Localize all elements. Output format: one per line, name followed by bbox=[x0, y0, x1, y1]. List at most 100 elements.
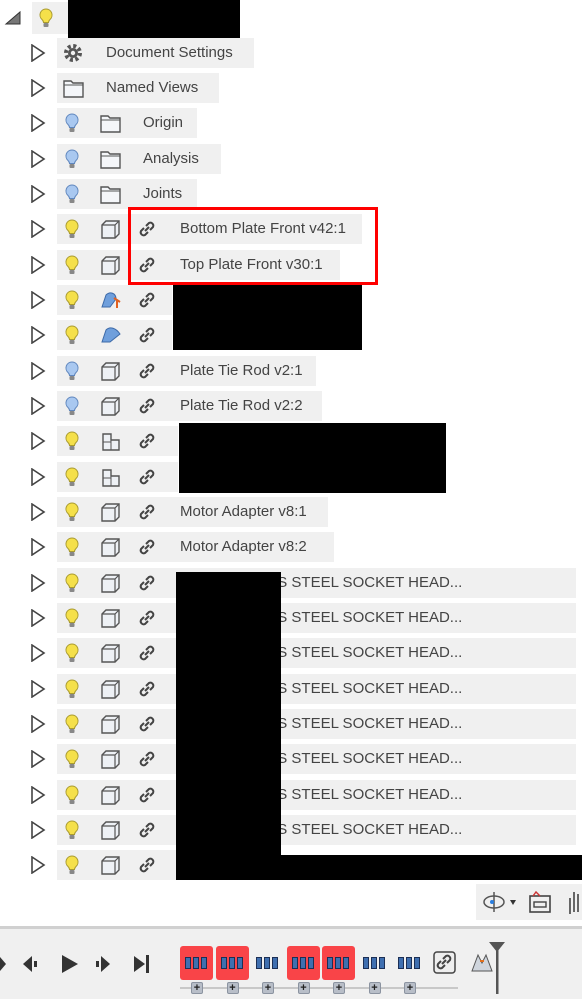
bulb-icon[interactable] bbox=[36, 7, 56, 29]
timeline-feature[interactable] bbox=[327, 957, 349, 969]
expand-feature-button[interactable]: + bbox=[191, 982, 203, 994]
bulb-on-icon[interactable] bbox=[62, 854, 84, 876]
expand-triangle-icon[interactable] bbox=[30, 821, 46, 839]
tree-row[interactable]: Document Settings bbox=[0, 38, 582, 68]
tree-row[interactable]: Analysis bbox=[0, 144, 582, 174]
expand-triangle-icon[interactable] bbox=[30, 786, 46, 804]
expand-feature-button[interactable]: + bbox=[262, 982, 274, 994]
expand-feature-button[interactable]: + bbox=[404, 982, 416, 994]
tree-row[interactable]: Joints bbox=[0, 179, 582, 209]
expand-feature-button[interactable]: + bbox=[297, 982, 310, 994]
tree-row[interactable]: Named Views bbox=[0, 73, 582, 103]
bulb-on-icon[interactable] bbox=[62, 607, 84, 629]
bulb-on-icon[interactable] bbox=[62, 218, 84, 240]
bulb-off-icon[interactable] bbox=[62, 183, 84, 205]
bulb-on-icon[interactable] bbox=[62, 501, 84, 523]
expand-triangle-icon[interactable] bbox=[30, 680, 46, 698]
tree-root[interactable] bbox=[0, 0, 582, 38]
expand-triangle-icon[interactable] bbox=[30, 750, 46, 768]
expand-triangle-icon[interactable] bbox=[30, 185, 46, 203]
expand-triangle-icon[interactable] bbox=[30, 644, 46, 662]
step-forward-button[interactable] bbox=[95, 953, 115, 975]
bulb-on-icon[interactable] bbox=[62, 430, 84, 452]
bulb-on-icon[interactable] bbox=[62, 466, 84, 488]
expand-triangle-icon[interactable] bbox=[30, 79, 46, 97]
expand-triangle-icon[interactable] bbox=[30, 362, 46, 380]
expand-triangle-icon[interactable] bbox=[30, 468, 46, 486]
skip-end-button[interactable] bbox=[133, 953, 153, 975]
skip-start-button[interactable] bbox=[0, 953, 20, 975]
bulb-on-icon[interactable] bbox=[62, 713, 84, 735]
expand-triangle-icon[interactable] bbox=[30, 397, 46, 415]
play-button[interactable] bbox=[60, 953, 80, 975]
link-icon bbox=[139, 716, 155, 732]
tree-row[interactable]: Origin bbox=[0, 108, 582, 138]
tree-row[interactable]: 8-8 STAINLESS STEEL SOCKET HEAD... bbox=[0, 815, 582, 845]
look-at-icon[interactable] bbox=[528, 890, 552, 914]
body-icon bbox=[101, 220, 120, 239]
link-icon bbox=[139, 645, 155, 661]
expand-feature-button[interactable]: + bbox=[226, 982, 239, 994]
tree-row[interactable]: 8-8 STAINLESS STEEL SOCKET HEAD... bbox=[0, 603, 582, 633]
tree-row[interactable]: Plate Tie Rod v2:1 bbox=[0, 356, 582, 386]
tree-row[interactable]: Motor Adapter v8:1 bbox=[0, 497, 582, 527]
expand-triangle-icon[interactable] bbox=[30, 715, 46, 733]
bulb-on-icon[interactable] bbox=[62, 572, 84, 594]
redacted-area bbox=[179, 423, 446, 493]
timeline-feature[interactable] bbox=[398, 957, 420, 969]
bulb-on-icon[interactable] bbox=[62, 784, 84, 806]
timeline-feature[interactable] bbox=[220, 957, 243, 969]
tree-row[interactable]: 8-8 STAINLESS STEEL SOCKET HEAD... bbox=[0, 638, 582, 668]
redacted-name bbox=[68, 0, 240, 38]
expand-triangle-icon[interactable] bbox=[30, 256, 46, 274]
pan-icon[interactable] bbox=[566, 888, 582, 916]
expand-triangle-icon[interactable] bbox=[30, 44, 46, 62]
bulb-off-icon[interactable] bbox=[62, 360, 84, 382]
expand-feature-button[interactable]: + bbox=[368, 982, 381, 994]
link-icon bbox=[139, 433, 155, 449]
tree-row[interactable]: 8-8 STAINLESS STEEL SOCKET HEAD... bbox=[0, 744, 582, 774]
tree-row[interactable]: 8-8 STAINLESS STEEL SOCKET HEAD... bbox=[0, 709, 582, 739]
expand-triangle-icon[interactable] bbox=[30, 503, 46, 521]
bulb-on-icon[interactable] bbox=[62, 678, 84, 700]
tree-row[interactable]: Motor Adapter v8:2 bbox=[0, 532, 582, 562]
link-icon bbox=[139, 681, 155, 697]
step-back-button[interactable] bbox=[22, 953, 42, 975]
collapse-triangle-icon[interactable] bbox=[4, 10, 22, 26]
tree-row[interactable]: 8-8 STAINLESS STEEL SOCKET HEAD... bbox=[0, 568, 582, 598]
body-icon bbox=[101, 609, 120, 628]
timeline-feature[interactable] bbox=[362, 957, 385, 969]
expand-triangle-icon[interactable] bbox=[30, 538, 46, 556]
navigation-toolbar bbox=[476, 884, 582, 920]
timeline-feature[interactable] bbox=[185, 957, 207, 969]
timeline-feature[interactable] bbox=[291, 957, 314, 969]
bulb-on-icon[interactable] bbox=[62, 324, 84, 346]
bulb-off-icon[interactable] bbox=[62, 395, 84, 417]
expand-triangle-icon[interactable] bbox=[30, 220, 46, 238]
bulb-on-icon[interactable] bbox=[62, 536, 84, 558]
bulb-on-icon[interactable] bbox=[62, 289, 84, 311]
expand-feature-button[interactable]: + bbox=[333, 982, 345, 994]
tree-row[interactable]: Plate Tie Rod v2:2 bbox=[0, 391, 582, 421]
bulb-on-icon[interactable] bbox=[62, 748, 84, 770]
bulb-off-icon[interactable] bbox=[62, 148, 84, 170]
bulb-on-icon[interactable] bbox=[62, 254, 84, 276]
bulb-on-icon[interactable] bbox=[62, 642, 84, 664]
expand-triangle-icon[interactable] bbox=[30, 574, 46, 592]
expand-triangle-icon[interactable] bbox=[30, 856, 46, 874]
bulb-on-icon[interactable] bbox=[62, 819, 84, 841]
bulb-off-icon[interactable] bbox=[62, 112, 84, 134]
tree-row[interactable]: 8-8 STAINLESS STEEL SOCKET HEAD... bbox=[0, 780, 582, 810]
timeline-marker[interactable] bbox=[488, 940, 508, 996]
expand-triangle-icon[interactable] bbox=[30, 150, 46, 168]
orbit-icon[interactable] bbox=[480, 890, 516, 914]
expand-triangle-icon[interactable] bbox=[30, 432, 46, 450]
expand-triangle-icon[interactable] bbox=[30, 326, 46, 344]
tree-row[interactable]: 8-8 STAINLESS STEEL SOCKET HEAD... bbox=[0, 674, 582, 704]
expand-triangle-icon[interactable] bbox=[30, 114, 46, 132]
expand-triangle-icon[interactable] bbox=[30, 291, 46, 309]
timeline-feature[interactable] bbox=[256, 957, 278, 969]
joint-feature-icon[interactable] bbox=[433, 951, 457, 975]
expand-triangle-icon[interactable] bbox=[30, 609, 46, 627]
link-icon bbox=[139, 539, 155, 555]
